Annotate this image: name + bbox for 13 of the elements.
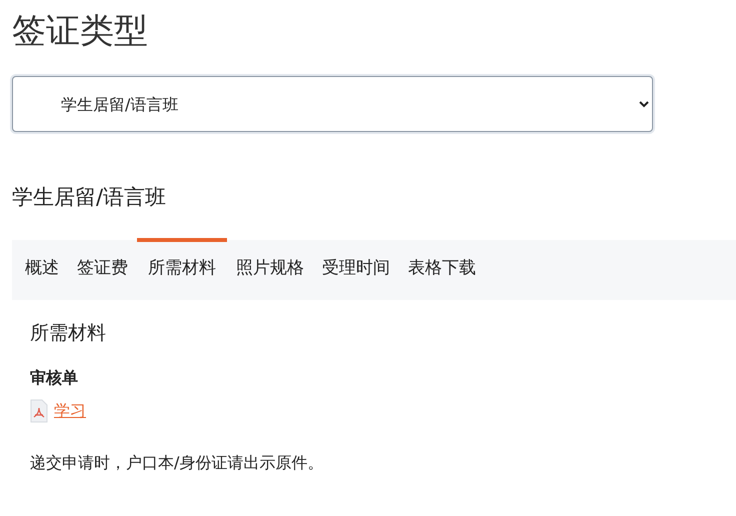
- pdf-icon: [30, 399, 48, 423]
- tab[interactable]: 受理时间: [313, 238, 399, 300]
- tab[interactable]: 概述: [16, 238, 68, 300]
- tab[interactable]: 签证费: [68, 238, 137, 300]
- visa-heading: 学生居留/语言班: [12, 184, 168, 211]
- section-title: 所需材料: [30, 321, 107, 346]
- note-text: 递交申请时，户口本/身份证请出示原件。: [30, 453, 324, 474]
- tab[interactable]: 所需材料: [137, 238, 227, 300]
- subsection-title: 审核单: [30, 368, 79, 389]
- page-title: 签证类型: [12, 10, 149, 53]
- tab[interactable]: 照片规格: [227, 238, 313, 300]
- visa-type-select[interactable]: 学生居留/语言班: [12, 76, 653, 132]
- tab[interactable]: 表格下载: [399, 238, 485, 300]
